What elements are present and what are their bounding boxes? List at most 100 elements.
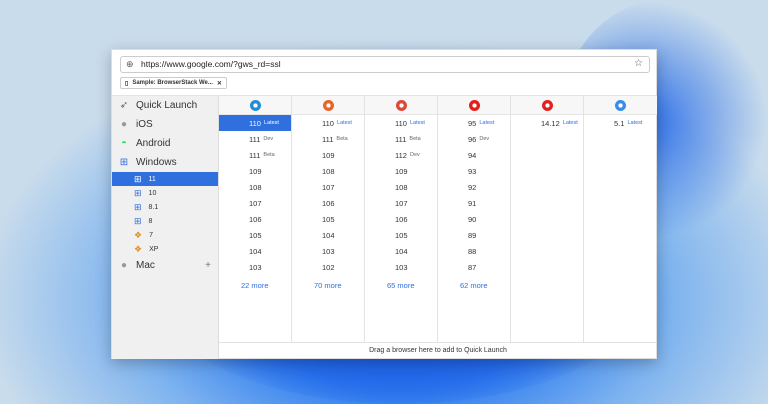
browser-version[interactable]: 94: [438, 147, 510, 163]
browser-version[interactable]: 108: [365, 179, 437, 195]
version-number: 94: [468, 151, 476, 160]
browser-version[interactable]: 93: [438, 163, 510, 179]
sidebar-item-quick-launch[interactable]: ➶Quick Launch: [112, 96, 218, 115]
browser-column-yandex: 14.12Latest: [511, 96, 584, 343]
browser-version[interactable]: 106: [292, 195, 364, 211]
browser-version[interactable]: 96Dev: [438, 131, 510, 147]
browser-version[interactable]: 111Beta: [219, 147, 291, 163]
more-versions-link[interactable]: 22 more: [219, 281, 291, 290]
browser-version[interactable]: 102: [292, 259, 364, 275]
browser-grid: 110Latest111Dev111Beta109108107106105104…: [219, 96, 657, 343]
version-number: 109: [249, 167, 262, 176]
browser-version[interactable]: 14.12Latest: [511, 115, 583, 131]
version-number: 111: [249, 151, 260, 160]
chrome-logo-icon: [396, 100, 407, 111]
browser-version[interactable]: 109: [365, 163, 437, 179]
browser-version[interactable]: 104: [219, 243, 291, 259]
version-tag: Latest: [264, 120, 279, 126]
browser-version[interactable]: 110Latest: [292, 115, 364, 131]
version-number: 107: [249, 199, 262, 208]
sidebar-item-ios[interactable]: ●iOS: [112, 115, 218, 134]
browser-version[interactable]: 103: [292, 243, 364, 259]
browser-version[interactable]: 87: [438, 259, 510, 275]
windows-version-10[interactable]: ⊞10: [112, 186, 218, 200]
version-number: 89: [468, 231, 476, 240]
version-number: 90: [468, 215, 476, 224]
version-tag: Beta: [336, 136, 347, 142]
bookmark-chip[interactable]: ▯ Sample: BrowserStack We... ✕: [120, 77, 227, 89]
browser-version[interactable]: 110Latest: [365, 115, 437, 131]
browser-version[interactable]: 104: [292, 227, 364, 243]
yandex-logo-icon: [542, 100, 553, 111]
browser-version[interactable]: 108: [292, 163, 364, 179]
windows-version-8.1[interactable]: ⊞8.1: [112, 200, 218, 214]
browser-version[interactable]: 104: [365, 243, 437, 259]
sidebar-item-label: Android: [136, 138, 170, 149]
windows-version-11[interactable]: ⊞ 11: [112, 172, 218, 186]
version-number: 14.12: [541, 119, 560, 128]
version-number: 105: [322, 215, 335, 224]
edge-logo-icon: [250, 100, 261, 111]
browser-version[interactable]: 108: [219, 179, 291, 195]
browser-version[interactable]: 109: [219, 163, 291, 179]
browser-version[interactable]: 105: [365, 227, 437, 243]
more-versions-link[interactable]: 62 more: [438, 281, 510, 290]
browser-version[interactable]: 107: [292, 179, 364, 195]
browser-version[interactable]: 5.1Latest: [584, 115, 657, 131]
browser-version[interactable]: 103: [365, 259, 437, 275]
apple-icon: ●: [118, 119, 130, 130]
browser-version[interactable]: 111Beta: [292, 131, 364, 147]
browser-version[interactable]: 106: [219, 211, 291, 227]
version-number: 110: [322, 119, 334, 128]
browser-version[interactable]: 89: [438, 227, 510, 243]
version-tag: Dev: [479, 136, 489, 142]
version-number: 108: [395, 183, 408, 192]
version-number: 109: [322, 151, 335, 160]
browser-version[interactable]: 105: [219, 227, 291, 243]
more-versions-link[interactable]: 65 more: [365, 281, 437, 290]
windows-version-label: XP: [149, 246, 158, 253]
browser-version[interactable]: 107: [365, 195, 437, 211]
windows-icon: ⊞: [118, 157, 130, 168]
windows-version-label: 8: [149, 218, 153, 225]
sidebar-item-windows[interactable]: ⊞Windows: [112, 153, 218, 172]
windows-version-label: 11: [149, 176, 156, 183]
sidebar: ➶Quick Launch●iOS◓Android⊞Windows⊞11⊞10⊞…: [112, 96, 219, 359]
windows-version-7[interactable]: ❖7: [112, 228, 218, 242]
browser-version[interactable]: 105: [292, 211, 364, 227]
windows-version-XP[interactable]: ❖XP: [112, 242, 218, 256]
version-number: 92: [468, 183, 476, 192]
browser-version[interactable]: 109: [292, 147, 364, 163]
browser-version[interactable]: 103: [219, 259, 291, 275]
browser-picker-window: ⊕https://www.google.com/?gws_rd=ssl☆ ▯Sa…: [111, 49, 657, 359]
browser-version[interactable]: 112Dev: [365, 147, 437, 163]
star-icon[interactable]: ☆: [634, 58, 643, 69]
browser-version[interactable]: 91: [438, 195, 510, 211]
browser-version[interactable]: 107: [219, 195, 291, 211]
browser-version[interactable]: 92: [438, 179, 510, 195]
more-versions-link[interactable]: 70 more: [292, 281, 364, 290]
browser-version[interactable]: 90: [438, 211, 510, 227]
browser-version[interactable]: 95Latest: [438, 115, 510, 131]
version-number: 106: [249, 215, 262, 224]
version-number: 88: [468, 247, 476, 256]
browser-version[interactable]: 110Latest: [219, 115, 291, 131]
browser-version[interactable]: 111Beta: [365, 131, 437, 147]
url-text: https://www.google.com/?gws_rd=ssl: [141, 59, 281, 69]
version-number: 109: [395, 167, 408, 176]
version-number: 102: [322, 263, 335, 272]
browser-version[interactable]: 111Dev: [219, 131, 291, 147]
browser-version[interactable]: 106: [365, 211, 437, 227]
bookmark-icon: ▯: [125, 80, 128, 87]
browser-version[interactable]: 88: [438, 243, 510, 259]
windows-logo-icon: ⊞: [134, 174, 142, 185]
browser-column-edge: 110Latest111Dev111Beta 109 108 107 106 105104…: [219, 96, 292, 343]
expand-plus-button[interactable]: +: [205, 260, 211, 271]
sidebar-item-mac[interactable]: ●Mac+: [112, 256, 218, 275]
version-number: 87: [468, 263, 476, 272]
sidebar-item-android[interactable]: ◓Android: [112, 134, 218, 153]
windows-version-8[interactable]: ⊞8: [112, 214, 218, 228]
close-icon[interactable]: ✕: [217, 80, 222, 87]
url-field[interactable]: ⊕https://www.google.com/?gws_rd=ssl☆: [120, 56, 650, 73]
bookmark-label: Sample: BrowserStack We...: [132, 80, 213, 86]
